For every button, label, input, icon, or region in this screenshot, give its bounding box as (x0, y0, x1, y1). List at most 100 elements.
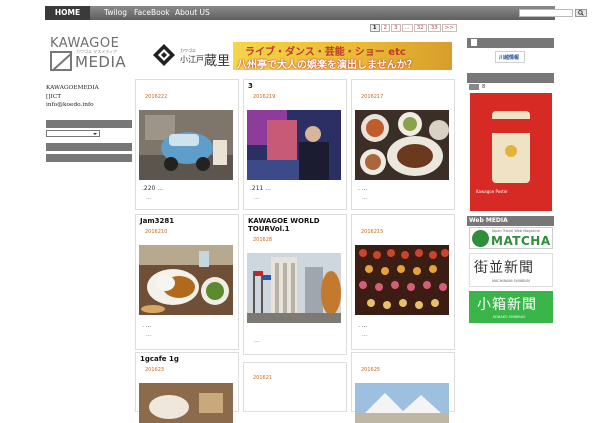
left-widget-header-3 (46, 154, 132, 162)
post-thumbnail[interactable] (247, 110, 341, 180)
matcha-logo-icon (472, 230, 489, 247)
banner-brand-big: 蔵里 (204, 54, 231, 69)
nav-twilog-link[interactable]: Twilog (104, 6, 127, 20)
post-card[interactable]: 201625 (351, 352, 455, 423)
logo-mark-icon (50, 51, 72, 71)
logo-line2: MEDIA (75, 53, 127, 71)
post-thumbnail[interactable] (247, 253, 341, 323)
banner-ad-line2: 八州亭で大人の娯楽を演出しませんか？ (237, 60, 417, 70)
pagination: 1 2 3... 32 33 >> (369, 24, 457, 32)
left-widget-header (46, 120, 132, 128)
post-card[interactable]: KAWAGOE WORLD TOURVol.1 201628 ... (243, 214, 347, 355)
tent-photo-image (355, 383, 449, 423)
page-link-33[interactable]: 33 (427, 24, 441, 32)
matcha-banner[interactable]: Japan Travel Web Magazine MATCHA (469, 227, 553, 249)
post-thumbnail[interactable] (355, 383, 449, 423)
kawagoe-info-link[interactable]: 川越情報 (495, 51, 525, 63)
post-date: 201621 (253, 375, 273, 381)
post-excerpt: . ... (142, 322, 152, 329)
search-button[interactable] (575, 9, 587, 17)
food-photo-image (355, 110, 449, 180)
post-card[interactable]: 2016217 . ... ... (351, 79, 455, 210)
post-more[interactable]: ... (254, 194, 260, 201)
event-poster[interactable]: Kawagoe Poster (470, 93, 552, 211)
post-excerpt: .220 ... (142, 185, 163, 192)
left-widget-header-2 (46, 143, 132, 151)
post-card[interactable]: 3 2016219 .211 ... ... (243, 79, 347, 210)
page-next-link[interactable]: >> (441, 24, 457, 32)
post-more[interactable]: ... (146, 331, 152, 338)
post-date: 2016215 (361, 229, 384, 235)
widget-thumb-icon (469, 84, 479, 90)
post-more[interactable]: ... (254, 337, 260, 344)
hina-dolls-photo-image (355, 245, 449, 315)
web-media-header: Web MEDIA (467, 216, 554, 226)
flags-photo-image (247, 253, 341, 323)
page-link-1[interactable]: 1 (369, 24, 380, 32)
search-icon (578, 10, 584, 16)
post-date: 201623 (145, 367, 165, 373)
machinami-shinbun-banner[interactable]: 街並新聞 MACHINAMI SHINBUN (469, 253, 553, 287)
machinami-title: 街並新聞 (474, 260, 534, 276)
post-thumbnail[interactable] (355, 245, 449, 315)
matcha-name: MATCHA (491, 234, 551, 248)
post-date: 2016210 (145, 229, 168, 235)
banner-ad[interactable]: ライブ・ダンス・芸能・ショー etc 八州亭で大人の娯楽を演出しませんか？ (233, 42, 452, 70)
machinami-subtitle: MACHINAMI SHINBUN (492, 279, 530, 283)
kurari-logo-icon (153, 44, 175, 66)
kawagoe-info-label: 川越情報 (499, 55, 520, 61)
search-input[interactable] (519, 9, 573, 17)
post-card[interactable]: 2016222 .220 ... ... (135, 79, 239, 210)
post-thumbnail[interactable] (139, 383, 233, 423)
post-thumbnail[interactable] (139, 110, 233, 180)
post-excerpt: . ... (358, 322, 368, 329)
post-excerpt: .211 ... (250, 185, 271, 192)
nav-facebook-link[interactable]: FaceBook (134, 6, 170, 20)
top-navbar: HOME Twilog FaceBook About US (45, 6, 587, 20)
poster-can-graphic (492, 111, 530, 183)
page-link-32[interactable]: 32 (413, 24, 427, 32)
widget-marker-icon (471, 39, 477, 46)
site-info: KAWAGOEMEDIA []ICT info@koedo.info (46, 84, 132, 110)
kobako-shinbun-banner[interactable]: 小箱新聞 KOBAKO SHINBUN (469, 291, 553, 323)
header-banner[interactable]: カワゴエ 小江戸 蔵里 ライブ・ダンス・芸能・ショー etc 八州亭で大人の娯楽… (150, 40, 452, 70)
post-title[interactable]: KAWAGOE WORLD TOURVol.1 (248, 217, 344, 233)
curry-photo-image (139, 245, 233, 315)
post-card[interactable]: 2016215 . ... ... (351, 214, 455, 350)
category-select[interactable] (46, 130, 100, 137)
kobako-subtitle: KOBAKO SHINBUN (493, 315, 525, 319)
post-card[interactable]: Jam3281 2016210 . ... ... (135, 214, 239, 350)
event-photo-image (247, 110, 341, 180)
nav-home-link[interactable]: HOME (45, 6, 90, 20)
nav-about-link[interactable]: About US (175, 6, 210, 20)
post-date: 201628 (253, 237, 273, 243)
matcha-tagline: Japan Travel Web Magazine (492, 229, 540, 233)
car-photo-image (139, 110, 233, 180)
post-more[interactable]: ... (362, 194, 368, 201)
site-name: KAWAGOEMEDIA (46, 85, 99, 91)
widget-count-label: 8 (482, 84, 486, 90)
right-widget-header-1 (467, 38, 554, 48)
post-date: 2016219 (253, 94, 276, 100)
poster-text: Kawagoe Poster (476, 189, 508, 194)
right-widget-header-2 (467, 73, 554, 83)
site-org: []ICT (46, 93, 62, 100)
page-ellipsis: ... (401, 24, 413, 32)
site-email[interactable]: info@koedo.info (46, 101, 132, 110)
site-logo[interactable]: KAWAGOE カワゴエ マスメディア MEDIA (50, 36, 128, 76)
post-more[interactable]: ... (146, 194, 152, 201)
cafe-photo-image (139, 383, 233, 423)
post-excerpt: . ... (358, 185, 368, 192)
post-thumbnail[interactable] (355, 110, 449, 180)
post-card[interactable]: 1gcafe 1g 201623 (135, 352, 239, 423)
page-link-3[interactable]: 3 (391, 24, 401, 32)
post-thumbnail[interactable] (139, 245, 233, 315)
post-card[interactable]: 201621 (243, 362, 347, 412)
post-title[interactable]: Jam3281 (140, 217, 236, 225)
post-title[interactable]: 1gcafe 1g (140, 355, 236, 363)
poster-seal-icon (505, 145, 517, 157)
page-link-2[interactable]: 2 (380, 24, 391, 32)
post-title[interactable]: 3 (248, 82, 344, 90)
web-media-title: Web MEDIA (469, 217, 508, 224)
post-more[interactable]: ... (362, 331, 368, 338)
